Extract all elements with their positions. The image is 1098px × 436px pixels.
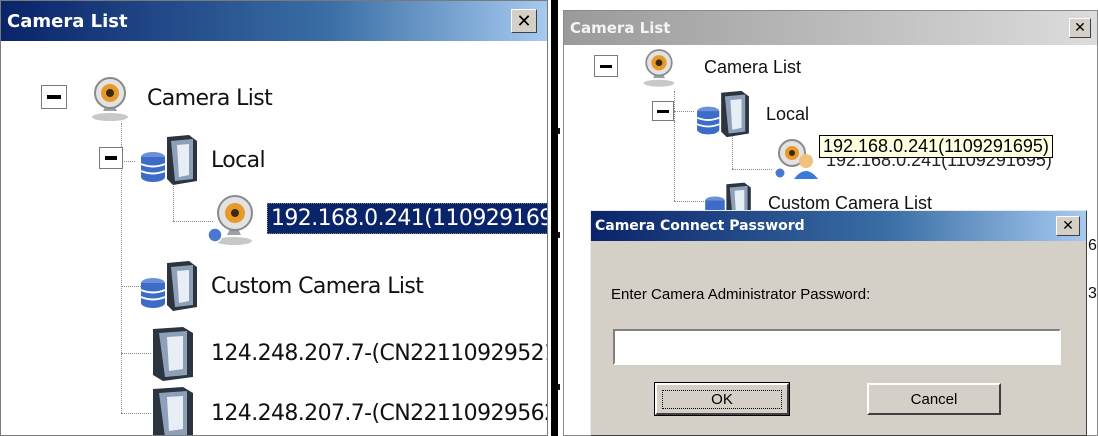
server-icon: [153, 387, 193, 435]
minus-icon: [600, 64, 612, 68]
camera-connect-password-dialog: Camera Connect Password ✕ Enter Camera A…: [590, 210, 1087, 436]
tree-item-label: 124.248.207.7-(CN22110929521б: [211, 340, 548, 366]
webcam-user-icon: [774, 139, 818, 179]
window-title: Camera List: [7, 10, 128, 32]
tree-line: [732, 169, 772, 170]
tree-item-local[interactable]: Local: [692, 89, 809, 139]
close-icon: ✕: [1074, 20, 1086, 36]
speck: [558, 232, 560, 238]
collapse-toggle[interactable]: [594, 55, 618, 77]
minus-icon: [657, 109, 669, 113]
camera-list-window: Camera List ✕ Camera List Local 192.168.…: [0, 0, 548, 436]
server-db-icon: [140, 261, 197, 311]
webcam-icon: [207, 195, 253, 245]
tree-line: [121, 353, 151, 354]
tree-line: [121, 161, 135, 162]
tree-item-remote-server[interactable]: 124.248.207.7-(CN22110929562З: [149, 383, 548, 435]
tree-line: [674, 91, 675, 121]
tree-item-camera-list[interactable]: Camera List: [636, 47, 801, 87]
tree-item-label: Custom Camera List: [211, 273, 424, 299]
tooltip: 192.168.0.241(1109291695): [819, 135, 1053, 158]
title-bar[interactable]: Camera List ✕: [1, 1, 547, 41]
tree-item-camera-list[interactable]: Camera List: [83, 75, 273, 121]
tree-line: [674, 121, 675, 201]
tree-item-label: Camera List: [704, 56, 802, 77]
close-icon: ✕: [1062, 218, 1074, 234]
window-title: Camera List: [570, 19, 671, 37]
close-button[interactable]: ✕: [511, 9, 537, 33]
tree-item-label: 124.248.207.7-(CN22110929562З: [211, 400, 548, 426]
speck: [558, 128, 560, 134]
tree-item-camera[interactable]: 192.168.0.241(1109291695): [205, 191, 547, 245]
ok-button-label: OK: [662, 389, 782, 409]
cancel-button[interactable]: Cancel: [867, 383, 1001, 415]
speck: [558, 384, 560, 390]
dialog-close-button[interactable]: ✕: [1056, 216, 1080, 236]
password-input[interactable]: [613, 329, 1061, 365]
collapse-toggle[interactable]: [41, 85, 67, 109]
collapse-toggle[interactable]: [652, 101, 674, 121]
ok-button[interactable]: OK: [654, 382, 790, 416]
tree-line: [173, 181, 174, 221]
clipped-text: 3: [1088, 285, 1097, 302]
tree-item-local[interactable]: Local: [137, 133, 266, 187]
webcam-icon: [92, 77, 128, 121]
dialog-title-bar[interactable]: Camera Connect Password ✕: [591, 211, 1086, 241]
server-icon: [153, 327, 193, 381]
clipped-text: 6: [1088, 237, 1097, 254]
server-db-icon: [140, 135, 197, 185]
tree-item-label: 192.168.0.241(1109291695): [267, 202, 547, 234]
tree-item-label: Local: [766, 103, 810, 124]
tree-item-label: Local: [211, 147, 266, 173]
tree-line: [121, 413, 151, 414]
panel-divider: [551, 0, 558, 436]
title-bar[interactable]: Camera List ✕: [564, 11, 1097, 45]
tree-item-custom-camera-list[interactable]: Custom Camera List: [137, 259, 424, 313]
tree-item-camera[interactable]: [770, 135, 820, 181]
close-button[interactable]: ✕: [1069, 18, 1091, 38]
tree-item-label: Camera List: [147, 85, 273, 111]
dialog-title: Camera Connect Password: [595, 218, 805, 234]
server-db-icon: [696, 90, 749, 138]
minus-icon: [105, 156, 117, 160]
password-prompt: Enter Camera Administrator Password:: [611, 286, 871, 303]
webcam-icon: [643, 49, 675, 87]
tree-item-remote-server[interactable]: 124.248.207.7-(CN22110929521б: [149, 323, 548, 383]
minus-icon: [47, 95, 61, 99]
cancel-button-label: Cancel: [910, 390, 958, 408]
collapse-toggle[interactable]: [99, 147, 123, 169]
close-icon: ✕: [516, 10, 532, 32]
tree-line: [674, 111, 694, 112]
